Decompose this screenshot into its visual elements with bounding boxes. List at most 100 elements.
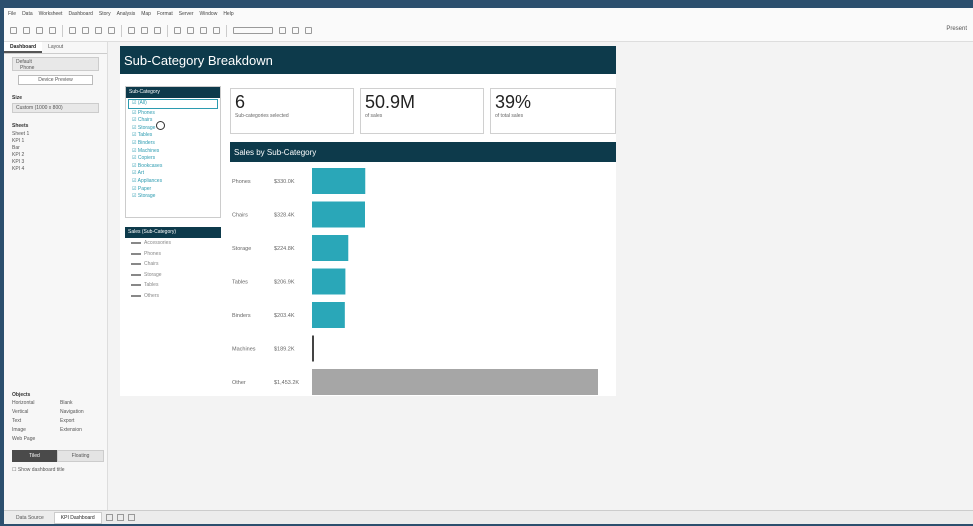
toolbar-separator	[167, 24, 168, 37]
sheet-item[interactable]: Sheet 1	[12, 131, 99, 138]
undo-icon[interactable]	[23, 27, 30, 34]
menu-item[interactable]: Dashboard	[68, 11, 92, 17]
filter-checkbox-item[interactable]: ☑ Machines	[126, 148, 220, 156]
filter-checkbox-item[interactable]: ☑ Bookcases	[126, 163, 220, 171]
tab-layout[interactable]: Layout	[42, 42, 69, 53]
redo-icon[interactable]	[36, 27, 43, 34]
menu-item[interactable]: Server	[179, 11, 194, 17]
bar[interactable]	[312, 201, 365, 228]
save-icon[interactable]	[49, 27, 56, 34]
menu-item[interactable]: Help	[223, 11, 233, 17]
filter-checkbox-item[interactable]: ☑ Appliances	[126, 178, 220, 186]
device-preview-section: Default Phone Device Preview	[4, 54, 107, 88]
category-label: Chairs	[232, 213, 248, 219]
new-data-source-icon[interactable]	[69, 27, 76, 34]
menu-item[interactable]: Data	[22, 11, 33, 17]
bar[interactable]	[312, 235, 349, 261]
filter-checkbox-item[interactable]: ☑ Chairs	[126, 117, 220, 125]
group-icon[interactable]	[187, 27, 194, 34]
device-select[interactable]: Default Phone	[12, 57, 99, 71]
present-button[interactable]: Present	[946, 26, 967, 32]
floating-button[interactable]: Floating	[57, 450, 104, 462]
object-item[interactable]: Image	[12, 427, 56, 433]
sort-asc-icon[interactable]	[141, 27, 148, 34]
sheet-item[interactable]: KPI 3	[12, 159, 99, 166]
menu-item[interactable]: File	[8, 11, 16, 17]
label-icon[interactable]	[200, 27, 207, 34]
menu-item[interactable]: Analysis	[117, 11, 136, 17]
share-icon[interactable]	[305, 27, 312, 34]
legend-item[interactable]: Phones	[125, 249, 221, 260]
bar-chart-svg: Phones $330.0K Chairs $328.4K Storage $224.8K…	[232, 168, 598, 395]
filter-checkbox-item[interactable]: ☑ Storage	[126, 193, 220, 201]
fit-dropdown-icon[interactable]	[233, 27, 273, 34]
toolbar-separator	[226, 24, 227, 37]
legend-item[interactable]: Others	[125, 291, 221, 302]
new-story-icon[interactable]	[127, 514, 135, 521]
filter-checkbox-item[interactable]: ☑ Paper	[126, 186, 220, 194]
size-dropdown[interactable]: Custom (1000 x 800)	[12, 103, 99, 113]
menu-item[interactable]: Format	[157, 11, 173, 17]
show-title-checkbox[interactable]: ☐ Show dashboard title	[12, 467, 104, 473]
value-label: $1,453.2K	[274, 380, 299, 386]
sort-desc-icon[interactable]	[154, 27, 161, 34]
filter-checkbox-item[interactable]: ☑ (All)	[128, 99, 218, 109]
bar[interactable]	[312, 302, 345, 328]
bar[interactable]	[312, 369, 598, 395]
sheet-item[interactable]: KPI 1	[12, 138, 99, 145]
filter-checkbox-item[interactable]: ☑ Binders	[126, 140, 220, 148]
filter-checkbox-item[interactable]: ☑ Tables	[126, 132, 220, 140]
tiled-button[interactable]: Tiled	[12, 450, 57, 462]
object-item[interactable]: Text	[12, 418, 56, 424]
legend-item[interactable]: Chairs	[125, 259, 221, 270]
tooltip-icon[interactable]	[292, 27, 299, 34]
pause-icon[interactable]	[82, 27, 89, 34]
bar[interactable]	[312, 168, 366, 194]
highlight-icon[interactable]	[174, 27, 181, 34]
value-label: $203.4K	[274, 313, 295, 319]
legend-item[interactable]: Tables	[125, 280, 221, 291]
duplicate-icon[interactable]	[108, 27, 115, 34]
menu-item[interactable]: Map	[141, 11, 151, 17]
object-item[interactable]: Blank	[60, 400, 104, 406]
objects-grid: Horizontal Blank Vertical Navigation Text Exp…	[12, 400, 104, 442]
new-worksheet-icon[interactable]	[95, 27, 102, 34]
filter-item-label: Tables	[137, 132, 153, 139]
filter-checkbox-item[interactable]: ☑ Art	[126, 170, 220, 178]
category-label: Binders	[232, 313, 251, 319]
object-item[interactable]: Horizontal	[12, 400, 56, 406]
category-label: Other	[232, 380, 246, 386]
objects-header: Objects	[12, 392, 31, 398]
new-dashboard-icon[interactable]	[116, 514, 124, 521]
filter-item-label: Binders	[137, 139, 155, 146]
kpi-value: 50.9M	[365, 92, 416, 112]
object-item[interactable]: Extension	[60, 427, 104, 433]
filter-checkbox-item[interactable]: ☑ Phones	[126, 110, 220, 118]
object-item[interactable]: Export	[60, 418, 104, 424]
object-item[interactable]: Vertical	[12, 409, 56, 415]
legend-item[interactable]: Accessories	[125, 238, 221, 249]
sheet-item[interactable]: KPI 2	[12, 152, 99, 159]
legend-swatch	[131, 273, 141, 276]
sheet-item[interactable]: Bar	[12, 145, 99, 152]
object-item[interactable]: Navigation	[60, 409, 104, 415]
object-item[interactable]: Web Page	[12, 436, 56, 442]
category-label: Machines	[232, 347, 256, 353]
fix-axes-icon[interactable]	[213, 27, 220, 34]
legend-item[interactable]: Storage	[125, 270, 221, 281]
device-preview-button[interactable]: Device Preview	[18, 75, 93, 85]
menu-item[interactable]: Worksheet	[39, 11, 63, 17]
show-cards-icon[interactable]	[279, 27, 286, 34]
new-sheet-icon[interactable]	[105, 514, 113, 521]
tab-dashboard[interactable]: Dashboard	[4, 42, 43, 53]
filter-checkbox-item[interactable]: ☑ Copiers	[126, 155, 220, 163]
menu-item[interactable]: Window	[200, 11, 218, 17]
menu-item[interactable]: Story	[99, 11, 111, 17]
tab-data-source[interactable]: Data Source	[10, 513, 50, 523]
sheet-item[interactable]: KPI 4	[12, 166, 99, 173]
tab-kpi-dashboard[interactable]: KPI Dashboard	[53, 511, 102, 524]
swap-icon[interactable]	[128, 27, 135, 34]
filter-checkbox-item[interactable]: ☑ Storage	[126, 125, 220, 133]
bar[interactable]	[312, 335, 314, 362]
bar[interactable]	[312, 268, 346, 295]
